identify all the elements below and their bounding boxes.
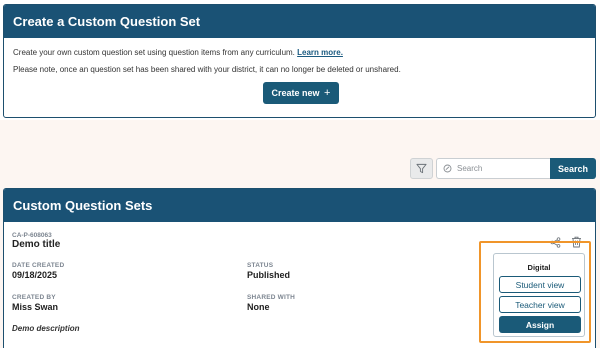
share-icon [550,236,560,248]
date-created-label: DATE CREATED [12,262,65,269]
digital-title: Digital [527,263,551,272]
create-new-button[interactable]: Create new + [263,82,339,104]
question-set-code: CA-P-608063 [12,232,52,239]
question-set-description: Demo description [12,324,80,333]
shared-with-value: None [247,302,270,312]
assign-button[interactable]: Assign [499,316,581,333]
create-intro-line: Create your own custom question set usin… [13,48,343,57]
created-by-value: Miss Swan [12,302,59,312]
search-input[interactable] [457,164,547,173]
sets-panel-title: Custom Question Sets [13,198,153,213]
date-created-value: 09/18/2025 [12,270,58,280]
created-by-label: CREATED BY [12,294,56,301]
filter-button[interactable] [410,158,433,179]
shared-with-label: SHARED WITH [247,294,296,301]
delete-button[interactable] [569,235,583,249]
create-panel-header: Create a Custom Question Set [4,5,595,38]
create-question-set-panel: Create a Custom Question Set Create your… [3,4,596,118]
share-button[interactable] [548,235,562,249]
search-field[interactable] [436,158,551,179]
search-icon [443,164,452,173]
create-note-text: Please note, once an question set has be… [13,65,401,74]
filter-icon [416,163,427,174]
create-new-label: Create new [271,88,320,98]
student-view-button[interactable]: Student view [499,276,581,293]
question-set-title: Demo title [12,239,61,250]
status-value: Published [247,270,291,280]
create-intro-text: Create your own custom question set usin… [13,48,295,57]
search-button[interactable]: Search [550,158,596,179]
status-label: STATUS [247,262,274,269]
trash-icon [571,236,581,248]
digital-options-card: Digital Student view Teacher view Assign [493,253,585,337]
sets-panel-header: Custom Question Sets [4,189,595,222]
plus-icon: + [324,87,331,99]
learn-more-link[interactable]: Learn more. [297,48,343,57]
teacher-view-button[interactable]: Teacher view [499,296,581,313]
create-panel-title: Create a Custom Question Set [13,14,201,29]
